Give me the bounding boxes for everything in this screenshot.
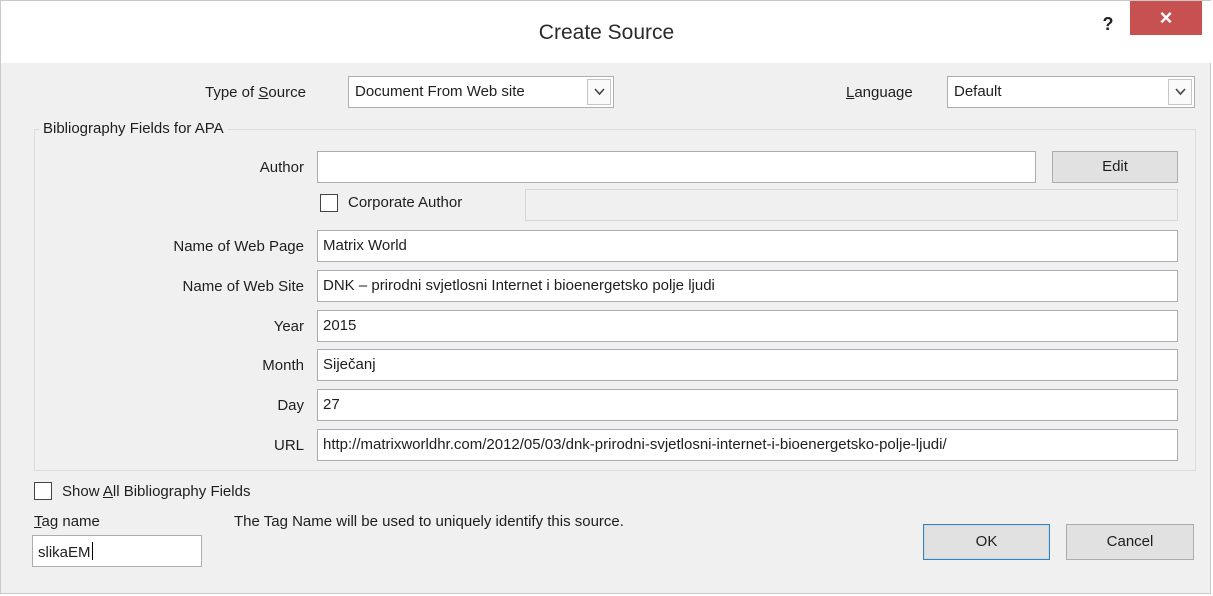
corporate-author-checkbox[interactable]	[320, 194, 338, 212]
author-input[interactable]	[317, 151, 1036, 183]
tag-name-label: Tag name	[34, 513, 100, 530]
type-of-source-value: Document From Web site	[355, 83, 525, 100]
web-page-input[interactable]: Matrix World	[317, 230, 1178, 262]
close-button[interactable]: ×	[1130, 1, 1202, 35]
show-all-fields-label: Show All Bibliography Fields	[62, 483, 251, 500]
corporate-author-input	[525, 189, 1178, 221]
author-label: Author	[259, 159, 304, 176]
show-all-fields-checkbox[interactable]	[34, 482, 52, 500]
close-icon: ×	[1159, 5, 1173, 30]
text-cursor	[91, 542, 93, 560]
type-of-source-label: Type of Source	[205, 84, 306, 101]
dialog-title: Create Source	[538, 21, 675, 44]
group-label: Bibliography Fields for APA	[39, 120, 228, 137]
language-value: Default	[954, 83, 1002, 100]
day-label: Day	[277, 397, 304, 414]
language-label: Language	[846, 84, 913, 101]
type-of-source-select[interactable]: Document From Web site	[348, 76, 614, 108]
tag-name-input[interactable]: slikaEM	[32, 535, 202, 567]
create-source-dialog: Create Source ? × Type of Source Documen…	[0, 0, 1212, 594]
language-select[interactable]: Default	[947, 76, 1195, 108]
edit-button[interactable]: Edit	[1052, 151, 1178, 183]
title-bar: Create Source ? ×	[1, 1, 1212, 63]
web-page-label: Name of Web Page	[173, 238, 304, 255]
month-label: Month	[262, 357, 304, 374]
web-site-input[interactable]: DNK – prirodni svjetlosni Internet i bio…	[317, 270, 1178, 302]
year-input[interactable]: 2015	[317, 310, 1178, 342]
web-site-label: Name of Web Site	[182, 278, 304, 295]
month-input[interactable]: Siječanj	[317, 349, 1178, 381]
url-label: URL	[273, 437, 304, 454]
url-input[interactable]: http://matrixworldhr.com/2012/05/03/dnk-…	[317, 429, 1178, 461]
chevron-down-icon	[1168, 79, 1192, 105]
help-button[interactable]: ?	[1093, 11, 1123, 37]
cancel-button[interactable]: Cancel	[1066, 524, 1194, 560]
corporate-author-label: Corporate Author	[348, 194, 463, 211]
ok-button[interactable]: OK	[923, 524, 1050, 560]
day-input[interactable]: 27	[317, 389, 1178, 421]
chevron-down-icon	[587, 79, 611, 105]
year-label: Year	[273, 318, 304, 335]
tag-name-hint: The Tag Name will be used to uniquely id…	[234, 513, 624, 530]
